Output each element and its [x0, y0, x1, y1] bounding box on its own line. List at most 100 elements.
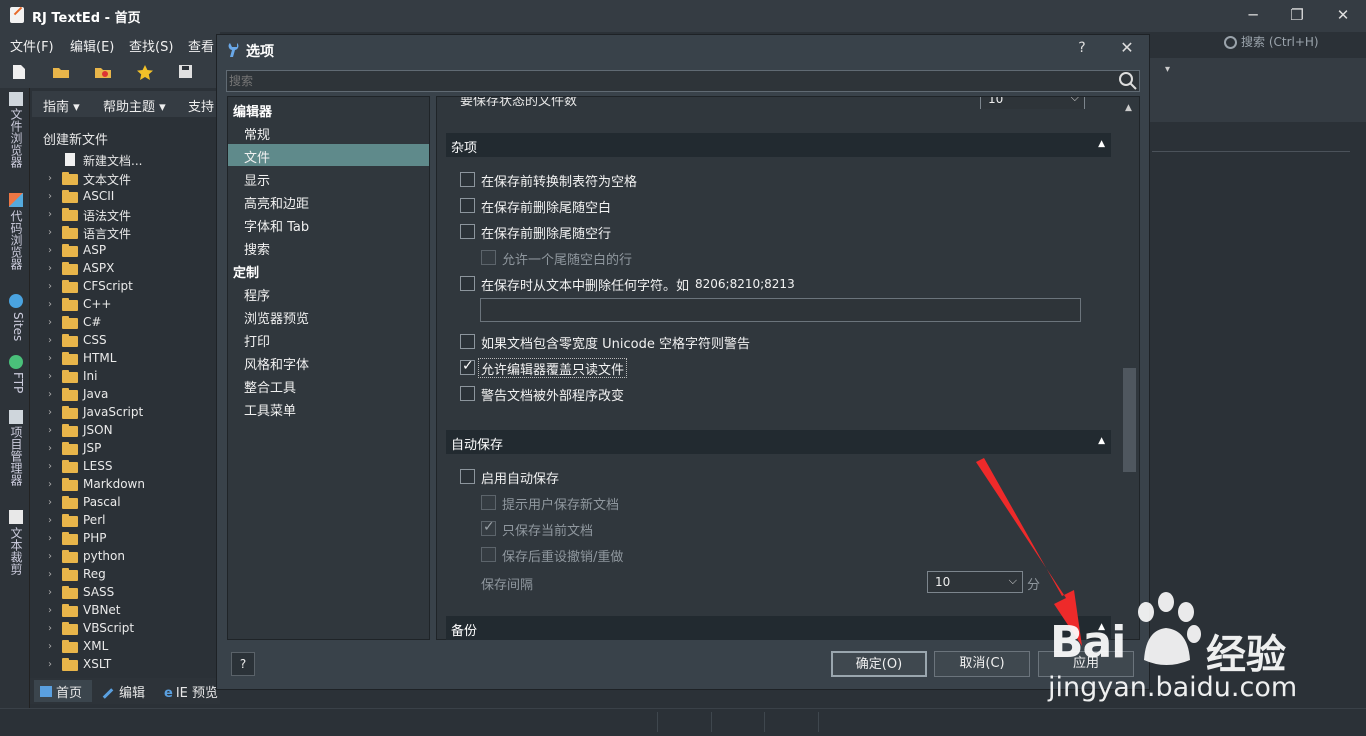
nav-group-editor[interactable]: 编辑器	[233, 101, 272, 120]
tab-code-browser[interactable]: 代码浏览器	[7, 210, 25, 270]
nav-item-style-font[interactable]: 风格和字体	[244, 354, 309, 373]
chevron-right-icon[interactable]: ›	[48, 497, 52, 508]
chevron-right-icon[interactable]: ›	[48, 299, 52, 310]
chevron-right-icon[interactable]: ›	[48, 281, 52, 292]
nav-item-print[interactable]: 打印	[244, 331, 270, 350]
menu-edit[interactable]: 编辑(E)	[70, 36, 114, 55]
nav-item-browser-preview[interactable]: 浏览器预览	[244, 308, 309, 327]
nav-item-integration-tools[interactable]: 整合工具	[244, 377, 296, 396]
section-misc[interactable]: 杂项 ▲	[446, 133, 1111, 157]
trim-trailing-lines-checkbox[interactable]	[460, 224, 475, 239]
search-icon[interactable]	[1118, 71, 1138, 91]
tab-file-browser[interactable]: 文件浏览器	[7, 108, 25, 168]
chevron-right-icon[interactable]: ›	[48, 605, 52, 616]
chevron-right-icon[interactable]: ›	[48, 659, 52, 670]
tree-item-new-document[interactable]: 新建文档...	[83, 152, 142, 169]
menu-find[interactable]: 查找(S)	[129, 36, 173, 55]
chevron-right-icon[interactable]: ›	[48, 335, 52, 346]
tree-item-label: VBNet	[83, 603, 121, 617]
tab-home[interactable]: 首页	[34, 680, 92, 702]
ok-button[interactable]: 确定(O)	[831, 651, 927, 677]
chevron-right-icon[interactable]: ›	[48, 389, 52, 400]
main-search[interactable]: 搜索 (Ctrl+H)	[1224, 33, 1364, 53]
favorites-folder-icon[interactable]	[94, 64, 112, 80]
chevron-right-icon[interactable]: ›	[48, 425, 52, 436]
support-menu[interactable]: 支持	[188, 96, 214, 115]
chevron-right-icon[interactable]: ›	[48, 353, 52, 364]
restore-button[interactable]: ❐	[1282, 4, 1312, 26]
scroll-thumb[interactable]	[1123, 368, 1136, 472]
help-topics-menu[interactable]: 帮助主题 ▾	[103, 96, 166, 115]
allow-one-line-checkbox[interactable]	[481, 250, 496, 265]
enable-autosave-checkbox[interactable]	[460, 469, 475, 484]
chevron-right-icon[interactable]: ›	[48, 479, 52, 490]
chevron-right-icon[interactable]: ›	[48, 371, 52, 382]
trim-trailing-checkbox[interactable]	[460, 198, 475, 213]
dialog-search-input[interactable]	[229, 73, 1089, 89]
chevron-right-icon[interactable]: ›	[48, 515, 52, 526]
chevron-right-icon[interactable]: ›	[48, 245, 52, 256]
overwrite-readonly-checkbox[interactable]: ✓	[460, 358, 475, 375]
chevron-right-icon[interactable]: ›	[48, 569, 52, 580]
delete-chars-input[interactable]	[480, 298, 1081, 322]
nav-item-file[interactable]: 文件	[244, 147, 270, 166]
close-window-button[interactable]: ✕	[1328, 4, 1358, 26]
guide-menu[interactable]: 指南 ▾	[43, 96, 80, 115]
nav-item-programs[interactable]: 程序	[244, 285, 270, 304]
star-icon[interactable]	[136, 64, 154, 80]
collapse-icon[interactable]: ▲	[1098, 139, 1105, 149]
chevron-right-icon[interactable]: ›	[48, 209, 52, 220]
scroll-up-icon[interactable]: ▲	[1125, 103, 1132, 113]
nav-item-display[interactable]: 显示	[244, 170, 270, 189]
menu-view[interactable]: 查看	[188, 36, 214, 55]
chevron-right-icon[interactable]: ›	[48, 461, 52, 472]
nav-item-general[interactable]: 常规	[244, 124, 270, 143]
chevron-right-icon[interactable]: ›	[48, 407, 52, 418]
nav-item-highlight-margins[interactable]: 高亮和边距	[244, 193, 309, 212]
open-folder-icon[interactable]	[52, 64, 70, 80]
cancel-button[interactable]: 取消(C)	[934, 651, 1030, 677]
tabs-to-spaces-checkbox[interactable]	[460, 172, 475, 187]
collapse-icon[interactable]: ▲	[1098, 436, 1105, 446]
prompt-save-new-checkbox[interactable]	[481, 495, 496, 510]
tab-project-manager[interactable]: 项目管理器	[7, 426, 25, 486]
nav-item-search[interactable]: 搜索	[244, 239, 270, 258]
chevron-right-icon[interactable]: ›	[48, 191, 52, 202]
tab-text-clips[interactable]: 文本裁剪	[7, 527, 25, 575]
tab-sites[interactable]: Sites	[7, 312, 25, 341]
dialog-close-button[interactable]: ✕	[1116, 38, 1138, 60]
chevron-right-icon[interactable]: ›	[48, 641, 52, 652]
chevron-right-icon[interactable]: ›	[48, 317, 52, 328]
chevron-right-icon[interactable]: ›	[48, 551, 52, 562]
zero-width-warning-checkbox[interactable]	[460, 334, 475, 349]
tab-ftp[interactable]: FTP	[7, 372, 25, 393]
chevron-right-icon[interactable]: ›	[48, 623, 52, 634]
reset-undo-checkbox[interactable]	[481, 547, 496, 562]
chevron-right-icon[interactable]: ›	[48, 263, 52, 274]
nav-group-customize[interactable]: 定制	[233, 262, 259, 281]
save-icon[interactable]	[178, 64, 196, 80]
dialog-footer-help-button[interactable]: ?	[231, 652, 255, 676]
nav-item-font-tab[interactable]: 字体和 Tab	[244, 216, 309, 235]
save-current-only-checkbox[interactable]: ✓	[481, 519, 496, 536]
chevron-right-icon[interactable]: ›	[48, 227, 52, 238]
menu-file[interactable]: 文件(F)	[10, 36, 54, 55]
overwrite-readonly-label: 允许编辑器覆盖只读文件	[481, 363, 625, 378]
chevron-right-icon[interactable]: ›	[48, 587, 52, 598]
tab-ie-preview[interactable]: e IE 预览	[158, 680, 224, 702]
nav-item-tools-menu[interactable]: 工具菜单	[244, 400, 296, 419]
dialog-help-button[interactable]: ?	[1072, 40, 1092, 60]
tree-item-label: C#	[83, 315, 102, 329]
minimize-button[interactable]: ─	[1238, 4, 1268, 26]
chevron-right-icon[interactable]: ›	[48, 533, 52, 544]
chevron-right-icon[interactable]: ›	[48, 173, 52, 184]
external-change-warning-checkbox[interactable]	[460, 386, 475, 401]
delete-chars-checkbox[interactable]	[460, 276, 475, 291]
new-file-icon[interactable]	[12, 64, 30, 80]
dropdown-arrow-icon[interactable]: ▾	[1165, 64, 1183, 80]
tree-item-label: JSP	[83, 441, 102, 455]
section-autosave[interactable]: 自动保存 ▲	[446, 430, 1111, 454]
tab-edit[interactable]: 编辑	[96, 680, 151, 702]
files-state-combo[interactable]: 10 ⌵	[980, 97, 1085, 109]
chevron-right-icon[interactable]: ›	[48, 443, 52, 454]
